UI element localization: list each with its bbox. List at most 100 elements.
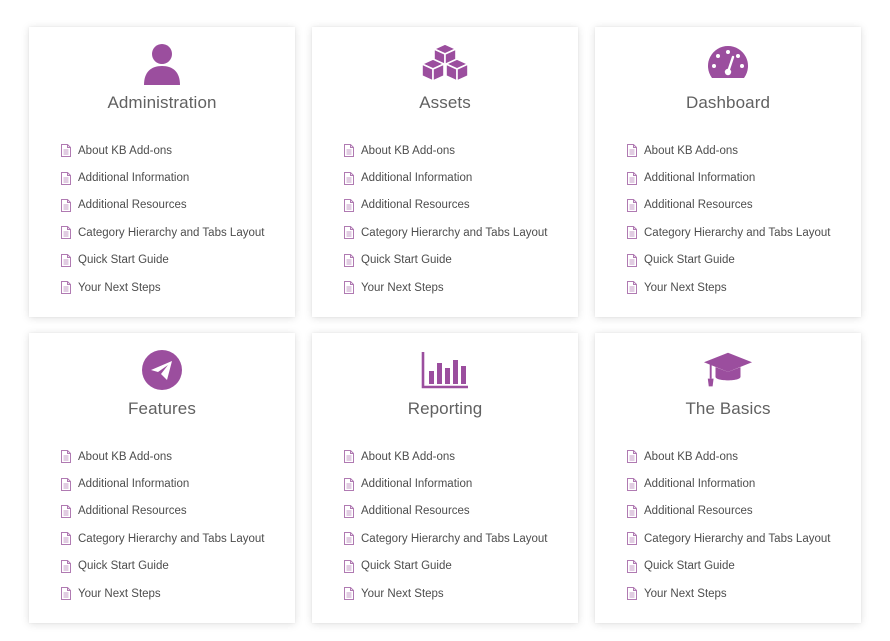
article-label[interactable]: About KB Add-ons [361,451,455,463]
article-link[interactable]: Additional Information [627,470,830,497]
article-link[interactable]: Category Hierarchy and Tabs Layout [627,525,830,552]
category-card-administration: Administration About KB Add-ons Addition… [29,27,295,317]
article-label[interactable]: Additional Information [361,172,472,184]
category-title[interactable]: Assets [312,93,578,113]
document-icon [344,171,354,185]
article-link[interactable]: Quick Start Guide [344,247,547,274]
article-label[interactable]: Additional Information [78,478,189,490]
article-link[interactable]: Additional Resources [61,498,264,525]
article-label[interactable]: Quick Start Guide [361,254,452,266]
document-icon [61,144,71,158]
dashboard-gauge-icon [703,41,753,87]
article-label[interactable]: Your Next Steps [78,282,161,294]
article-link[interactable]: Additional Information [344,164,547,191]
article-label[interactable]: About KB Add-ons [78,451,172,463]
category-title[interactable]: Dashboard [595,93,861,113]
article-link[interactable]: Your Next Steps [61,274,264,301]
article-link[interactable]: Additional Information [627,164,830,191]
article-label[interactable]: Your Next Steps [644,588,727,600]
article-label[interactable]: Your Next Steps [78,588,161,600]
article-link[interactable]: Additional Resources [61,192,264,219]
article-link[interactable]: Additional Resources [627,192,830,219]
article-label[interactable]: About KB Add-ons [78,145,172,157]
article-link[interactable]: Category Hierarchy and Tabs Layout [61,525,264,552]
article-label[interactable]: Quick Start Guide [78,254,169,266]
article-label[interactable]: Quick Start Guide [361,560,452,572]
article-label[interactable]: Additional Resources [78,199,187,211]
article-link[interactable]: Additional Resources [627,498,830,525]
article-link[interactable]: About KB Add-ons [61,137,264,164]
article-label[interactable]: Category Hierarchy and Tabs Layout [78,533,264,545]
article-link[interactable]: About KB Add-ons [344,137,547,164]
category-title[interactable]: The Basics [595,399,861,419]
document-icon [627,504,637,518]
graduation-cap-icon [703,347,753,393]
article-link[interactable]: Additional Resources [344,192,547,219]
category-card-reporting: Reporting About KB Add-ons Additional In… [312,333,578,623]
category-card-assets: Assets About KB Add-ons Additional Infor… [312,27,578,317]
article-link[interactable]: About KB Add-ons [627,443,830,470]
article-link[interactable]: Additional Information [61,470,264,497]
article-link[interactable]: About KB Add-ons [344,443,547,470]
article-link[interactable]: Quick Start Guide [627,553,830,580]
document-icon [61,171,71,185]
article-link[interactable]: Your Next Steps [627,274,830,301]
article-label[interactable]: Quick Start Guide [78,560,169,572]
article-link[interactable]: Category Hierarchy and Tabs Layout [627,219,830,246]
article-link[interactable]: Additional Resources [344,498,547,525]
cubes-icon [420,41,470,87]
article-link[interactable]: Category Hierarchy and Tabs Layout [61,219,264,246]
article-link[interactable]: Quick Start Guide [344,553,547,580]
bar-chart-icon [420,347,470,393]
article-label[interactable]: About KB Add-ons [644,145,738,157]
article-label[interactable]: Quick Start Guide [644,560,735,572]
article-label[interactable]: Your Next Steps [644,282,727,294]
article-label[interactable]: Category Hierarchy and Tabs Layout [78,227,264,239]
article-label[interactable]: Additional Resources [361,199,470,211]
category-title[interactable]: Features [29,399,295,419]
document-icon [344,450,354,464]
user-icon [137,41,187,87]
article-label[interactable]: Category Hierarchy and Tabs Layout [644,533,830,545]
paper-plane-icon [137,347,187,393]
article-label[interactable]: Additional Resources [644,199,753,211]
article-label[interactable]: Additional Resources [361,505,470,517]
article-list: About KB Add-ons Additional Information … [627,443,830,607]
article-link[interactable]: Quick Start Guide [61,553,264,580]
document-icon [344,587,354,601]
article-label[interactable]: Additional Information [644,478,755,490]
article-label[interactable]: About KB Add-ons [361,145,455,157]
article-label[interactable]: Your Next Steps [361,588,444,600]
article-link[interactable]: Quick Start Guide [627,247,830,274]
article-label[interactable]: Category Hierarchy and Tabs Layout [644,227,830,239]
article-label[interactable]: Your Next Steps [361,282,444,294]
category-card-dashboard: Dashboard About KB Add-ons Additional In… [595,27,861,317]
article-label[interactable]: Category Hierarchy and Tabs Layout [361,533,547,545]
article-link[interactable]: About KB Add-ons [627,137,830,164]
category-title[interactable]: Reporting [312,399,578,419]
article-link[interactable]: Category Hierarchy and Tabs Layout [344,525,547,552]
article-label[interactable]: Additional Information [644,172,755,184]
document-icon [344,559,354,573]
document-icon [61,281,71,295]
article-label[interactable]: Category Hierarchy and Tabs Layout [361,227,547,239]
article-link[interactable]: Your Next Steps [61,580,264,607]
article-label[interactable]: Additional Resources [644,505,753,517]
article-label[interactable]: Additional Information [361,478,472,490]
article-link[interactable]: Your Next Steps [344,580,547,607]
article-link[interactable]: Your Next Steps [627,580,830,607]
article-link[interactable]: Quick Start Guide [61,247,264,274]
article-link[interactable]: Additional Information [61,164,264,191]
document-icon [627,171,637,185]
article-label[interactable]: About KB Add-ons [644,451,738,463]
article-label[interactable]: Additional Information [78,172,189,184]
article-label[interactable]: Quick Start Guide [644,254,735,266]
document-icon [627,477,637,491]
article-link[interactable]: Additional Information [344,470,547,497]
document-icon [61,450,71,464]
category-title[interactable]: Administration [29,93,295,113]
article-link[interactable]: Category Hierarchy and Tabs Layout [344,219,547,246]
article-label[interactable]: Additional Resources [78,505,187,517]
article-link[interactable]: Your Next Steps [344,274,547,301]
article-link[interactable]: About KB Add-ons [61,443,264,470]
